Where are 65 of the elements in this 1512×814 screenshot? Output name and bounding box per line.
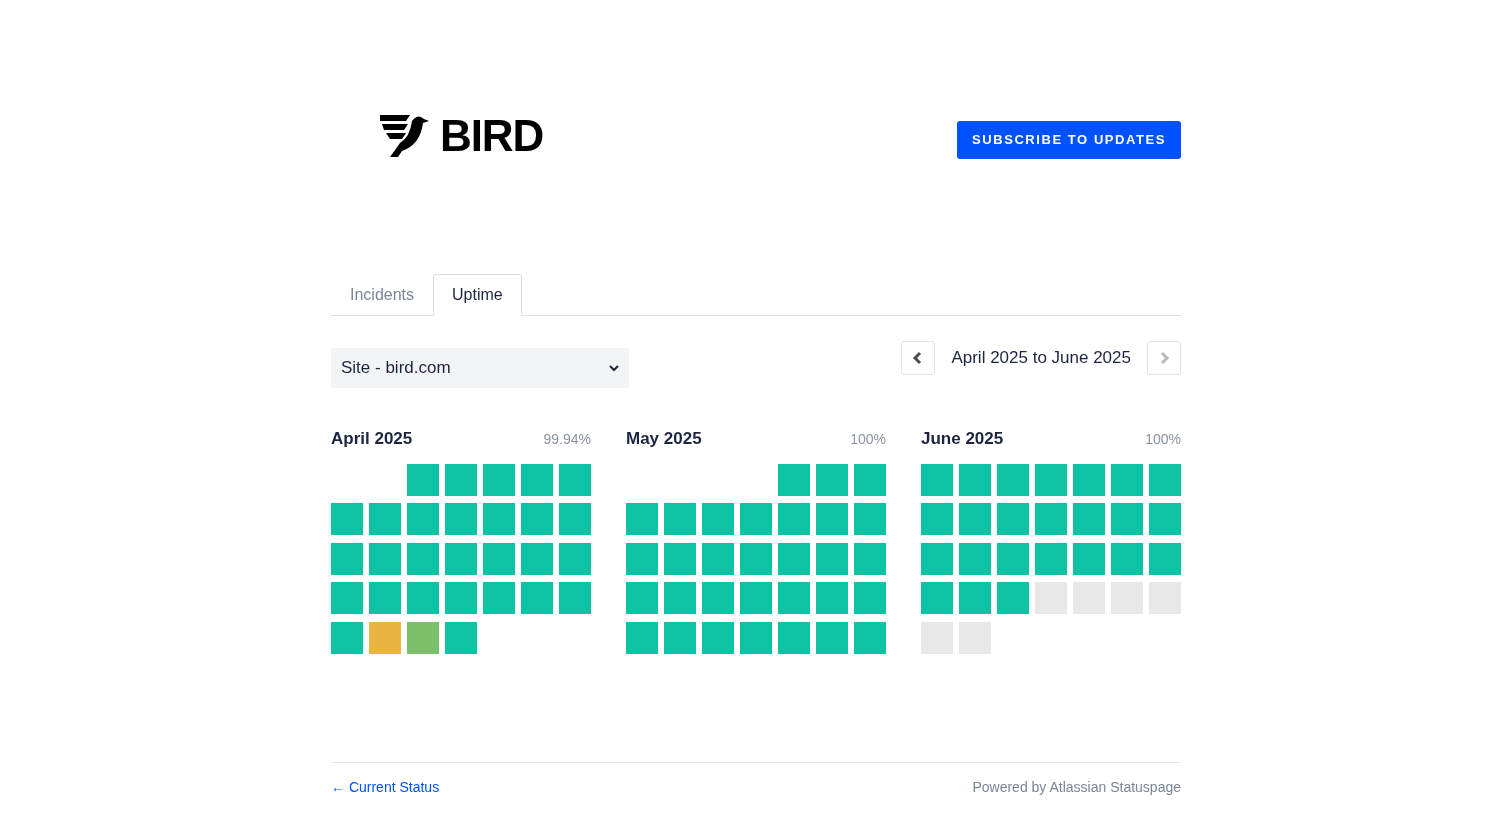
date-range: April 2025 to June 2025 (951, 347, 1131, 370)
day-square[interactable] (664, 542, 696, 575)
uptime-percent: 99.94% (543, 430, 591, 449)
day-square[interactable] (521, 463, 553, 496)
day-square[interactable] (959, 542, 991, 575)
chevron-down-icon (609, 364, 619, 372)
day-square[interactable] (740, 542, 772, 575)
bird-logo-icon (380, 115, 430, 157)
day-square[interactable] (1073, 542, 1105, 575)
powered-by-text: Powered by Atlassian Statuspage (972, 777, 1181, 797)
day-square[interactable] (483, 542, 515, 575)
day-square[interactable] (559, 463, 591, 496)
day-square[interactable] (921, 542, 953, 575)
day-square[interactable] (445, 463, 477, 496)
day-square[interactable] (1149, 463, 1181, 496)
day-square[interactable] (1111, 463, 1143, 496)
day-square[interactable] (369, 542, 401, 575)
day-square[interactable] (854, 621, 886, 654)
day-square[interactable] (816, 542, 848, 575)
tab[interactable]: Incidents (331, 274, 434, 315)
day-square[interactable] (483, 463, 515, 496)
day-square[interactable] (445, 542, 477, 575)
day-square[interactable] (331, 621, 363, 654)
day-square[interactable] (1073, 463, 1105, 496)
day-square[interactable] (369, 621, 401, 654)
day-square[interactable] (854, 463, 886, 496)
day-square[interactable] (521, 542, 553, 575)
day-square[interactable] (407, 542, 439, 575)
day-square[interactable] (331, 542, 363, 575)
brand-name: BIRD (440, 114, 544, 158)
day-square[interactable] (626, 542, 658, 575)
day-square[interactable] (1035, 542, 1067, 575)
uptime-percent: 100% (850, 430, 886, 449)
day-square[interactable] (959, 463, 991, 496)
day-square[interactable] (778, 542, 810, 575)
uptime-percent: 100% (1145, 430, 1181, 449)
day-square[interactable] (702, 542, 734, 575)
day-square[interactable] (778, 621, 810, 654)
month-title: June 2025 (921, 428, 1004, 450)
month-title: May 2025 (626, 428, 702, 450)
previous-button[interactable] (901, 341, 936, 375)
day-square[interactable] (740, 621, 772, 654)
tab[interactable]: Uptime (433, 274, 522, 316)
day-square[interactable] (997, 463, 1029, 496)
day-square[interactable] (407, 463, 439, 496)
day-square[interactable] (559, 542, 591, 575)
day-square[interactable] (778, 463, 810, 496)
day-square[interactable] (816, 621, 848, 654)
day-square[interactable] (664, 621, 696, 654)
day-square[interactable] (921, 463, 953, 496)
day-square[interactable] (997, 542, 1029, 575)
day-square[interactable] (1111, 542, 1143, 575)
day-square[interactable] (1149, 542, 1181, 575)
subscribe-button[interactable]: SUBSCRIBE TO UPDATES (957, 121, 1181, 159)
month-title: April 2025 (331, 428, 413, 450)
current-status-link[interactable]: ← Current Status (331, 776, 440, 798)
day-square[interactable] (626, 621, 658, 654)
component-select[interactable]: Site - bird.com (331, 348, 629, 388)
chevron-right-icon (1158, 351, 1170, 365)
day-square[interactable] (816, 463, 848, 496)
day-square[interactable] (407, 621, 439, 654)
day-square[interactable] (854, 542, 886, 575)
day-square[interactable] (1035, 463, 1067, 496)
day-square[interactable] (702, 621, 734, 654)
day-square[interactable] (445, 621, 477, 654)
